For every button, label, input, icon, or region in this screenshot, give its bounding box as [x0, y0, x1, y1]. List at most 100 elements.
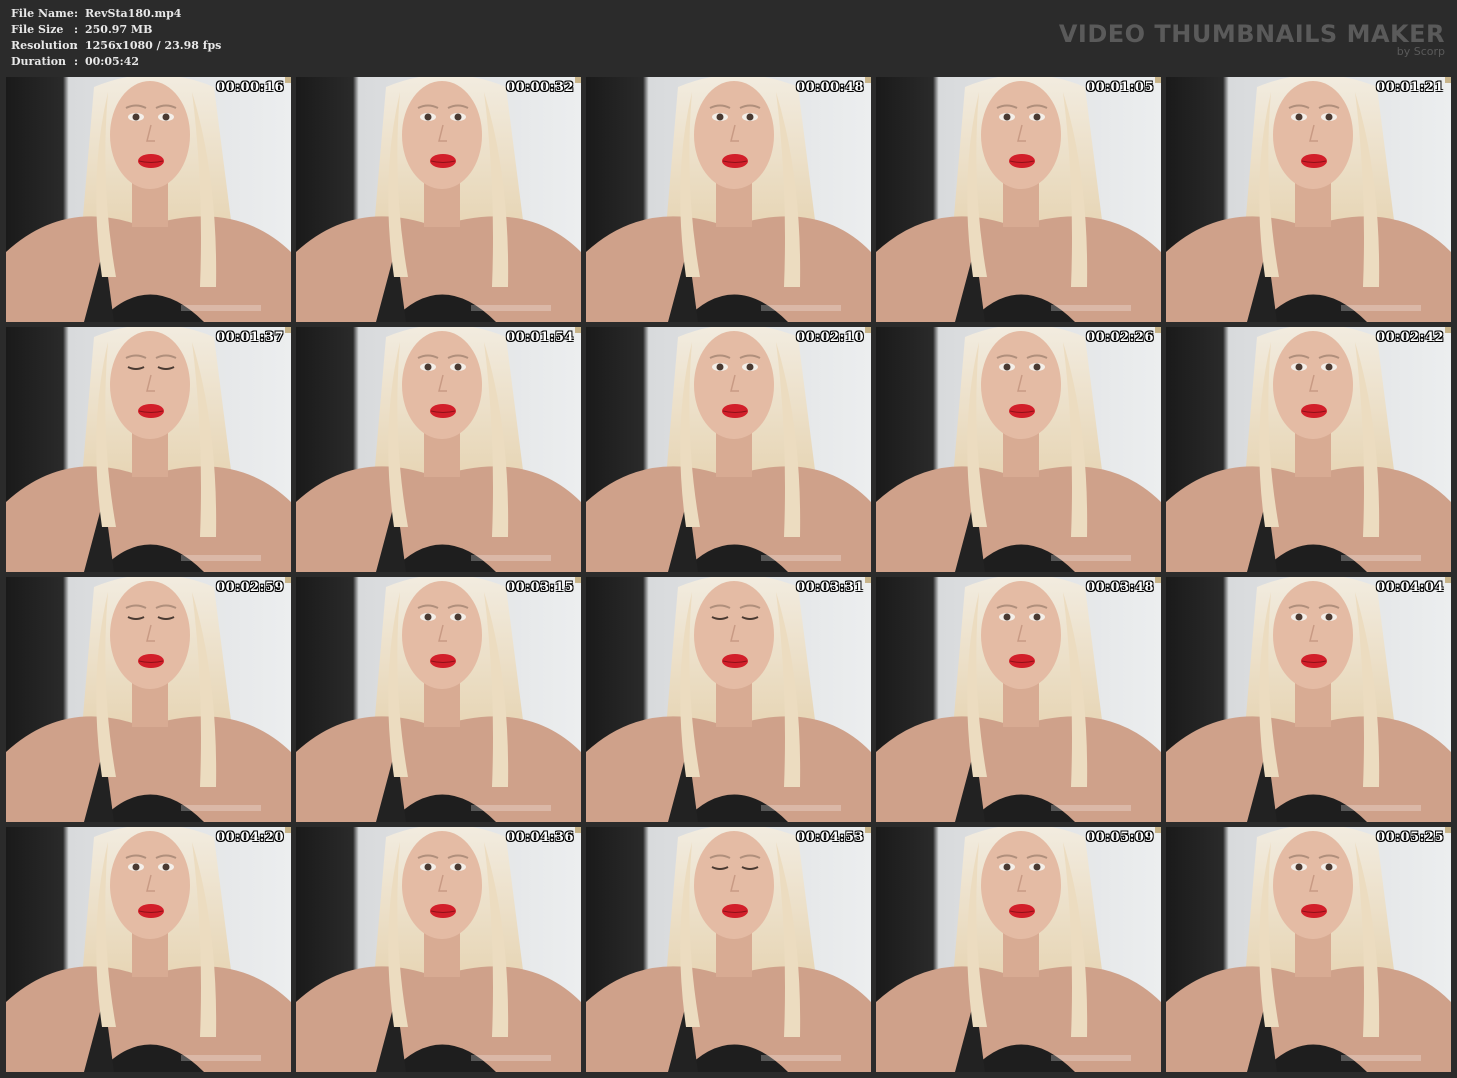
thumbnail-frame-image [296, 827, 581, 1072]
info-separator: : [74, 39, 79, 52]
thumbnail-frame-image [876, 77, 1161, 322]
thumbnail-timestamp: 00:02:26 [1086, 330, 1154, 345]
thumbnail-corner-mark [575, 827, 581, 833]
thumbnail-timestamp: 00:04:36 [506, 830, 574, 845]
thumbnail-frame-image [1166, 827, 1451, 1072]
thumbnail-timestamp: 00:05:09 [1086, 830, 1154, 845]
thumbnail-timestamp: 00:01:05 [1086, 80, 1154, 95]
thumbnail-timestamp: 00:01:21 [1376, 80, 1444, 95]
thumbnail-corner-mark [285, 327, 291, 333]
thumbnail-frame-image [6, 827, 291, 1072]
thumbnail-corner-mark [575, 77, 581, 83]
thumbnail-frame-image [586, 577, 871, 822]
thumbnail-corner-mark [865, 77, 871, 83]
video-thumbnail[interactable]: 00:04:53 [586, 827, 871, 1072]
info-value: 00:05:42 [85, 55, 140, 68]
thumbnail-corner-mark [865, 327, 871, 333]
thumbnail-frame-image [586, 827, 871, 1072]
thumbnail-corner-mark [1445, 77, 1451, 83]
thumbnail-corner-mark [865, 577, 871, 583]
info-row-duration: Duration : 00:05:42 [11, 54, 221, 70]
info-label: Duration [11, 55, 67, 68]
thumbnail-timestamp: 00:04:20 [216, 830, 284, 845]
thumbnail-frame-image [586, 77, 871, 322]
video-thumbnail[interactable]: 00:02:42 [1166, 327, 1451, 572]
video-thumbnail[interactable]: 00:02:26 [876, 327, 1161, 572]
video-thumbnail[interactable]: 00:04:36 [296, 827, 581, 1072]
thumbnail-corner-mark [285, 77, 291, 83]
brand-title: VIDEO THUMBNAILS MAKER [1058, 20, 1445, 48]
video-thumbnail[interactable]: 00:00:48 [586, 77, 871, 322]
video-thumbnail[interactable]: 00:02:59 [6, 577, 291, 822]
info-label: File Name [11, 7, 74, 20]
thumbnail-frame-image [1166, 327, 1451, 572]
video-thumbnail[interactable]: 00:05:25 [1166, 827, 1451, 1072]
thumbnail-corner-mark [575, 327, 581, 333]
thumbnail-timestamp: 00:03:48 [1086, 580, 1154, 595]
info-separator: : [74, 55, 79, 68]
thumbnail-timestamp: 00:04:53 [796, 830, 864, 845]
thumbnail-corner-mark [1155, 827, 1161, 833]
thumbnail-frame-image [876, 827, 1161, 1072]
info-label: File Size [11, 23, 64, 36]
thumbnail-frame-image [1166, 577, 1451, 822]
thumbnail-corner-mark [1155, 577, 1161, 583]
info-separator: : [74, 7, 79, 20]
thumbnail-frame-image [6, 577, 291, 822]
thumbnail-timestamp: 00:00:48 [796, 80, 864, 95]
brand-logo: VIDEO THUMBNAILS MAKER by Scorp [1059, 20, 1445, 58]
thumbnail-timestamp: 00:03:31 [796, 580, 864, 595]
video-thumbnail[interactable]: 00:01:37 [6, 327, 291, 572]
header: File Name : RevSta180.mp4 File Size : 25… [0, 0, 1457, 78]
thumbnail-frame-image [296, 77, 581, 322]
thumbnail-timestamp: 00:00:32 [506, 80, 574, 95]
video-thumbnail[interactable]: 00:05:09 [876, 827, 1161, 1072]
thumbnail-frame-image [876, 327, 1161, 572]
thumbnail-frame-image [6, 77, 291, 322]
video-thumbnail[interactable]: 00:01:05 [876, 77, 1161, 322]
info-value: 250.97 MB [85, 23, 153, 36]
thumbnail-timestamp: 00:01:54 [506, 330, 574, 345]
file-info: File Name : RevSta180.mp4 File Size : 25… [11, 6, 221, 70]
info-row-resolution: Resolution : 1256x1080 / 23.98 fps [11, 38, 221, 54]
thumbnail-timestamp: 00:02:10 [796, 330, 864, 345]
thumbnail-timestamp: 00:05:25 [1376, 830, 1444, 845]
info-label: Resolution [11, 39, 78, 52]
thumbnail-corner-mark [1155, 327, 1161, 333]
thumbnail-corner-mark [1445, 827, 1451, 833]
thumbnail-timestamp: 00:02:59 [216, 580, 284, 595]
video-thumbnail[interactable]: 00:03:15 [296, 577, 581, 822]
thumbnail-timestamp: 00:00:16 [216, 80, 284, 95]
thumbnail-frame-image [586, 327, 871, 572]
thumbnail-timestamp: 00:02:42 [1376, 330, 1444, 345]
thumbnail-corner-mark [1155, 77, 1161, 83]
video-thumbnail[interactable]: 00:01:21 [1166, 77, 1451, 322]
video-thumbnail[interactable]: 00:02:10 [586, 327, 871, 572]
thumbnail-frame-image [296, 327, 581, 572]
info-value: RevSta180.mp4 [85, 7, 182, 20]
info-value: 1256x1080 / 23.98 fps [85, 39, 222, 52]
thumbnail-corner-mark [285, 827, 291, 833]
thumbnail-frame-image [6, 327, 291, 572]
thumbnail-frame-image [296, 577, 581, 822]
thumbnail-timestamp: 00:01:37 [216, 330, 284, 345]
video-thumbnail[interactable]: 00:04:20 [6, 827, 291, 1072]
thumbnail-grid: 00:00:16 00:00:32 00:00:48 00:01:05 00:01:21… [6, 77, 1451, 1072]
thumbnail-corner-mark [575, 577, 581, 583]
video-thumbnail[interactable]: 00:03:48 [876, 577, 1161, 822]
video-thumbnail[interactable]: 00:00:32 [296, 77, 581, 322]
thumbnail-corner-mark [1445, 327, 1451, 333]
info-row-file-size: File Size : 250.97 MB [11, 22, 221, 38]
info-separator: : [74, 23, 79, 36]
video-thumbnail[interactable]: 00:01:54 [296, 327, 581, 572]
video-thumbnail[interactable]: 00:04:04 [1166, 577, 1451, 822]
thumbnail-frame-image [876, 577, 1161, 822]
thumbnail-timestamp: 00:03:15 [506, 580, 574, 595]
thumbnail-corner-mark [1445, 577, 1451, 583]
thumbnail-corner-mark [865, 827, 871, 833]
video-thumbnail[interactable]: 00:03:31 [586, 577, 871, 822]
video-thumbnail[interactable]: 00:00:16 [6, 77, 291, 322]
thumbnail-frame-image [1166, 77, 1451, 322]
info-row-file-name: File Name : RevSta180.mp4 [11, 6, 221, 22]
thumbnail-timestamp: 00:04:04 [1376, 580, 1444, 595]
